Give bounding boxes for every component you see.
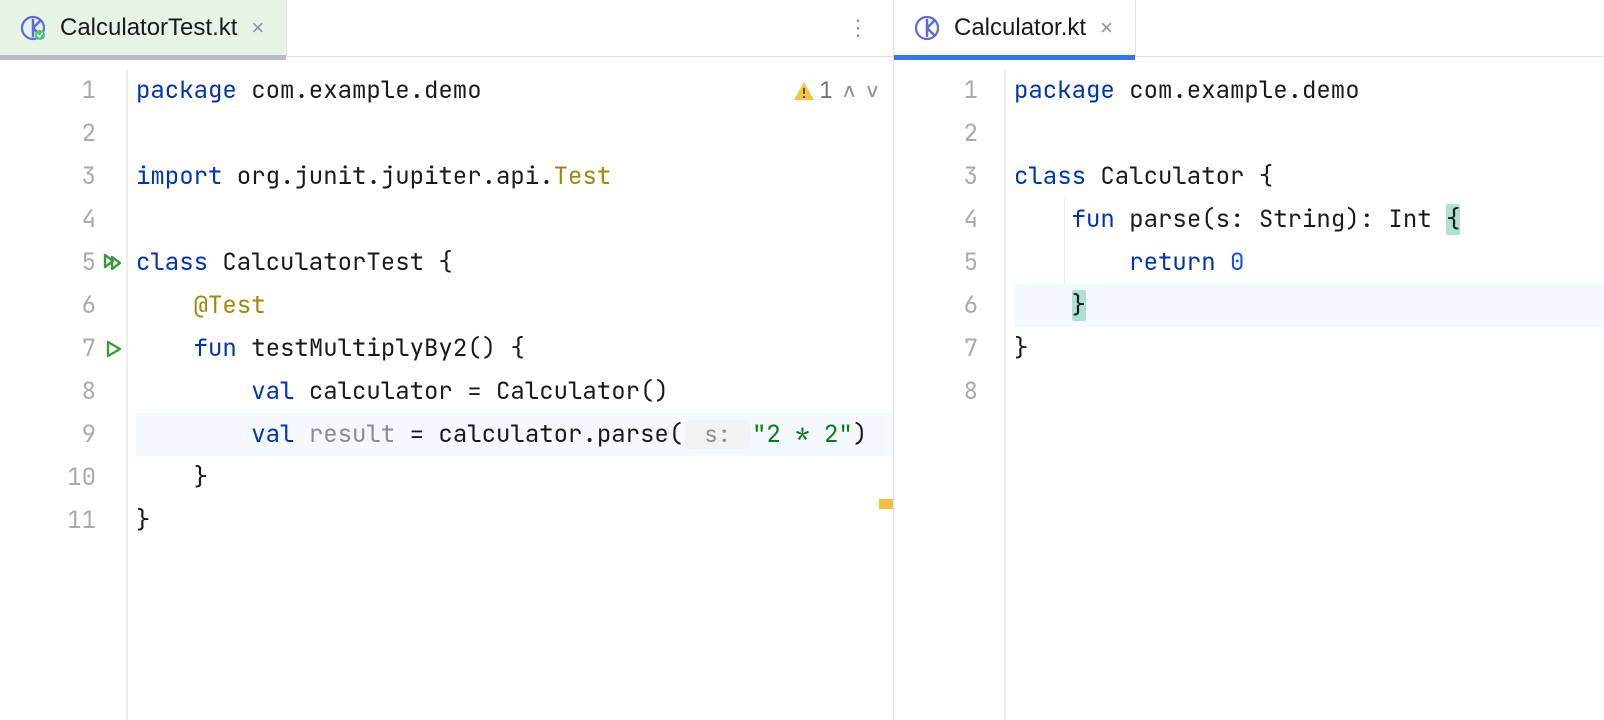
code-line[interactable]: package com.example.demo (136, 69, 893, 112)
inspection-widget[interactable]: 1 ∧ ∨ (793, 69, 879, 112)
tab-bar-left: CalculatorTest.kt × ⋮ (0, 0, 893, 57)
line-number: 2 (964, 112, 978, 155)
prev-highlight-icon[interactable]: ∧ (843, 69, 856, 112)
line-number: 3 (964, 155, 978, 198)
line-number: 6 (82, 284, 96, 327)
editor-right[interactable]: 1 2 3 4 5 6 7 8 package com.example.demo… (894, 57, 1604, 720)
code-line[interactable]: val calculator = Calculator() (136, 370, 893, 413)
code-line[interactable]: } (1014, 327, 1604, 370)
code-line[interactable] (136, 198, 893, 241)
line-number: 1 (964, 69, 978, 112)
code-line[interactable]: } (136, 499, 893, 542)
gutter-right: 1 2 3 4 5 6 7 8 (894, 69, 1006, 720)
line-number: 8 (964, 370, 978, 413)
run-test-icon[interactable] (104, 339, 124, 359)
line-number: 9 (82, 413, 96, 456)
code-area-right[interactable]: package com.example.demo class Calculato… (1006, 69, 1604, 720)
code-line[interactable]: } (136, 456, 893, 499)
code-line[interactable]: import org.junit.jupiter.api.Test (136, 155, 893, 198)
tab-calculator[interactable]: Calculator.kt × (894, 0, 1136, 56)
line-number: 7 (964, 327, 978, 370)
warning-indicator[interactable]: 1 (793, 69, 832, 112)
line-number: 10 (67, 456, 96, 499)
editor-pane-right: Calculator.kt × 1 2 3 4 5 6 7 8 package … (894, 0, 1604, 720)
code-line[interactable]: return 0 (1014, 241, 1604, 284)
code-line[interactable]: val result = calculator.parse( s: "2 * 2… (136, 413, 893, 456)
close-icon[interactable]: × (251, 17, 264, 39)
code-line[interactable]: @Test (136, 284, 893, 327)
tab-bar-right: Calculator.kt × (894, 0, 1604, 57)
line-number: 2 (82, 112, 96, 155)
tab-calculator-test[interactable]: CalculatorTest.kt × (0, 0, 287, 56)
indent-guide (1064, 198, 1065, 284)
line-number: 7 (82, 327, 96, 370)
close-icon[interactable]: × (1100, 17, 1113, 39)
line-number: 5 (964, 241, 978, 284)
editor-pane-left: CalculatorTest.kt × ⋮ 1 2 3 4 5 6 7 (0, 0, 894, 720)
code-line[interactable]: fun testMultiplyBy2() { (136, 327, 893, 370)
line-number: 5 (82, 241, 96, 284)
kotlin-file-icon (914, 15, 940, 41)
line-number: 4 (82, 198, 96, 241)
code-line[interactable] (1014, 112, 1604, 155)
line-number: 6 (964, 284, 978, 327)
kotlin-file-icon (20, 15, 46, 41)
code-area-left[interactable]: package com.example.demo import org.juni… (128, 69, 893, 720)
code-line[interactable] (136, 112, 893, 155)
more-actions-icon[interactable]: ⋮ (823, 15, 893, 41)
next-highlight-icon[interactable]: ∨ (866, 69, 879, 112)
code-line[interactable]: class CalculatorTest { (136, 241, 893, 284)
editor-left[interactable]: 1 2 3 4 5 6 7 8 9 10 11 package c (0, 57, 893, 720)
line-number: 4 (964, 198, 978, 241)
param-hint: s: (685, 420, 750, 449)
error-stripe-marker[interactable] (879, 499, 893, 509)
code-line[interactable] (1014, 370, 1604, 413)
code-line[interactable]: fun parse(s: String): Int { (1014, 198, 1604, 241)
line-number: 1 (82, 69, 96, 112)
code-line[interactable]: class Calculator { (1014, 155, 1604, 198)
code-line[interactable]: package com.example.demo (1014, 69, 1604, 112)
line-number: 11 (67, 499, 96, 542)
tab-label: CalculatorTest.kt (60, 14, 237, 42)
run-class-icon[interactable] (102, 252, 124, 274)
line-number: 8 (82, 370, 96, 413)
code-line[interactable]: } (1014, 284, 1604, 327)
warning-count: 1 (819, 69, 832, 112)
line-number: 3 (82, 155, 96, 198)
warning-icon (793, 80, 815, 102)
tab-label: Calculator.kt (954, 14, 1086, 42)
gutter-left: 1 2 3 4 5 6 7 8 9 10 11 (0, 69, 128, 720)
